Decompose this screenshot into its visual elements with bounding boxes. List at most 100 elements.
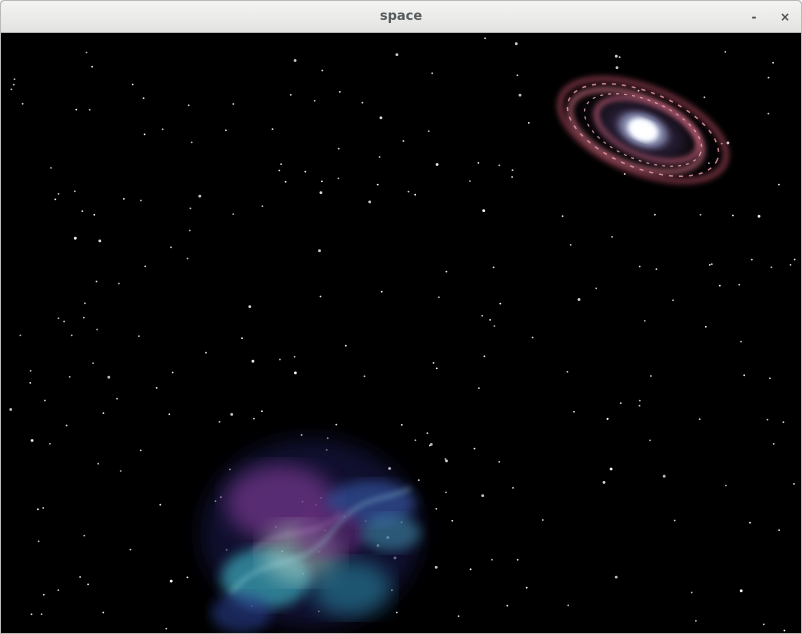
star (95, 280, 98, 283)
star (541, 519, 544, 521)
star (144, 265, 147, 268)
star (400, 424, 403, 426)
star (469, 180, 471, 183)
star (225, 129, 227, 132)
star (376, 183, 379, 186)
star (473, 447, 476, 450)
star (498, 461, 501, 463)
star (614, 54, 618, 58)
star (82, 316, 85, 319)
star (75, 108, 78, 111)
star (739, 589, 743, 593)
star (525, 586, 528, 589)
star (30, 613, 33, 616)
star (363, 375, 366, 378)
space-canvas[interactable] (1, 33, 801, 633)
star (91, 65, 93, 68)
star (566, 370, 569, 373)
star (379, 116, 383, 120)
star (516, 558, 519, 561)
star (261, 410, 263, 413)
star (248, 305, 252, 308)
star (615, 66, 619, 69)
star (499, 302, 502, 305)
star (168, 413, 171, 416)
star (29, 382, 32, 384)
star (732, 214, 734, 217)
star (432, 362, 435, 364)
star (427, 130, 430, 132)
close-button[interactable]: × (776, 7, 794, 27)
star (569, 244, 572, 246)
space-scene (9, 37, 796, 633)
star (395, 53, 399, 56)
star (83, 534, 86, 537)
star (73, 190, 76, 193)
star (170, 246, 172, 249)
star (638, 265, 641, 268)
star (378, 156, 381, 158)
star (767, 112, 770, 115)
star (198, 194, 202, 198)
star (129, 548, 132, 551)
star (778, 529, 780, 531)
star (279, 358, 281, 361)
star (189, 207, 192, 210)
star (93, 213, 96, 216)
star (704, 325, 707, 328)
star (87, 583, 89, 586)
star (186, 257, 189, 260)
star (767, 76, 770, 79)
star (750, 258, 753, 261)
nebula (201, 438, 421, 633)
app-window: space - × (0, 0, 802, 634)
star (123, 198, 125, 200)
star (57, 317, 60, 320)
star (531, 336, 534, 339)
star (12, 83, 15, 86)
star (293, 355, 296, 358)
star (271, 128, 274, 130)
star (232, 213, 235, 216)
star (9, 408, 13, 411)
star (426, 432, 429, 434)
star (724, 51, 727, 53)
star (57, 589, 60, 591)
star (171, 371, 174, 374)
star (337, 177, 340, 180)
star (321, 69, 324, 72)
star (85, 51, 88, 54)
star (118, 282, 120, 285)
title-bar[interactable]: space - × (1, 1, 801, 33)
star (159, 503, 162, 506)
star (70, 334, 73, 337)
star (30, 439, 34, 442)
star (278, 169, 281, 172)
star (19, 334, 22, 337)
star (655, 268, 658, 271)
window-title: space (379, 9, 423, 24)
star (57, 193, 60, 195)
star (42, 593, 45, 596)
star (319, 295, 322, 298)
star (319, 191, 323, 195)
star (304, 170, 307, 173)
star (757, 214, 761, 218)
star (698, 418, 701, 420)
star (107, 375, 111, 379)
star (13, 78, 16, 81)
star (738, 283, 741, 286)
star (695, 620, 697, 622)
star (300, 434, 303, 436)
star (567, 604, 570, 607)
star (650, 375, 652, 377)
star (445, 491, 447, 494)
star (772, 443, 775, 445)
star (417, 479, 420, 481)
star (643, 320, 646, 322)
star (718, 284, 721, 287)
star (241, 337, 243, 340)
star (619, 402, 622, 404)
minimize-button[interactable]: - (745, 7, 763, 27)
star (493, 325, 496, 327)
